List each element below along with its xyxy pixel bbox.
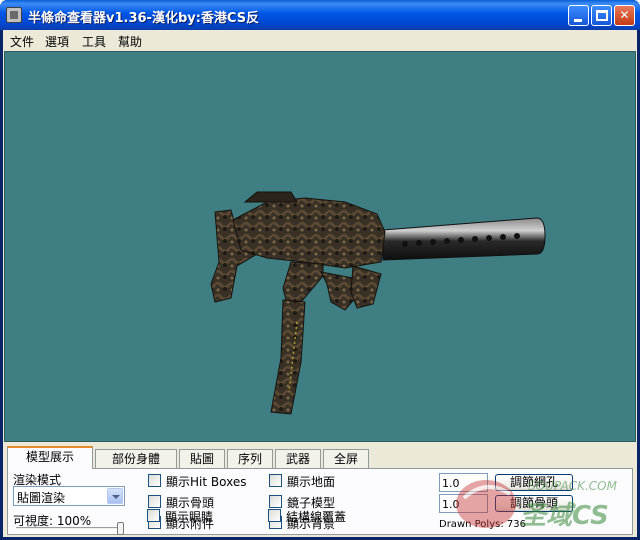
tab-body-parts[interactable]: 部份身體 [95,449,177,468]
weapon-model [210,191,546,415]
tab-sequence[interactable]: 序列 [227,449,273,468]
chevron-down-icon[interactable] [107,488,123,504]
menu-options[interactable]: 選項 [45,33,69,50]
show-hitboxes-checkbox[interactable] [148,474,161,487]
tab-fullscreen[interactable]: 全屏 [323,449,369,468]
menu-tools[interactable]: 工具 [82,33,106,50]
show-bones-checkbox[interactable] [148,495,161,508]
title-bar[interactable]: 半條命查看器v1.36-漢化by:香港CS反 ✕ [0,0,640,30]
visibility-slider-thumb[interactable] [117,522,124,535]
maximize-button[interactable] [591,5,612,26]
show-eyes-checkbox[interactable] [147,509,160,522]
visibility-slider[interactable] [16,527,124,530]
site-watermark-logo: SOUPACK.COM 圣域CS [456,479,618,531]
tab-textures[interactable]: 貼圖 [179,449,225,468]
window-title: 半條命查看器v1.36-漢化by:香港CS反 [28,11,260,26]
tab-model-display[interactable]: 模型展示 [7,446,93,469]
render-mode-select[interactable]: 貼圖渲染 [13,486,125,506]
menu-file[interactable]: 文件 [10,33,34,50]
menu-help[interactable]: 幫助 [118,33,142,50]
app-window: 半條命查看器v1.36-漢化by:香港CS反 ✕ 文件 選項 工具 幫助 模型展… [0,0,640,540]
wireframe-overlay-label: 結構線覆蓋 [286,510,347,524]
mirror-model-checkbox[interactable] [269,495,282,508]
tab-weapons[interactable]: 武器 [275,449,321,468]
client-area: 文件 選項 工具 幫助 模型展示 部份身體 貼圖 序列 武器 全屏 渲染模式 貼… [3,30,637,537]
app-icon[interactable] [6,7,22,23]
render-mode-value: 貼圖渲染 [17,491,66,505]
show-hitboxes-label: 顯示Hit Boxes [166,475,247,489]
maximize-icon [596,10,608,21]
menu-bar: 文件 選項 工具 幫助 [3,30,637,50]
watermark-site-text: SOUPACK.COM [528,479,618,493]
wireframe-overlay-checkbox[interactable] [268,509,281,522]
show-ground-checkbox[interactable] [269,474,282,487]
show-ground-label: 顯示地面 [287,475,336,489]
model-viewport[interactable] [4,51,636,442]
minimize-icon [574,19,582,22]
close-button[interactable]: ✕ [614,5,635,26]
watermark-logo-text: 圣域CS [520,501,609,531]
show-eyes-label: 顯示眼睛 [165,510,214,524]
close-icon: ✕ [619,8,630,22]
minimize-button[interactable] [568,5,589,26]
